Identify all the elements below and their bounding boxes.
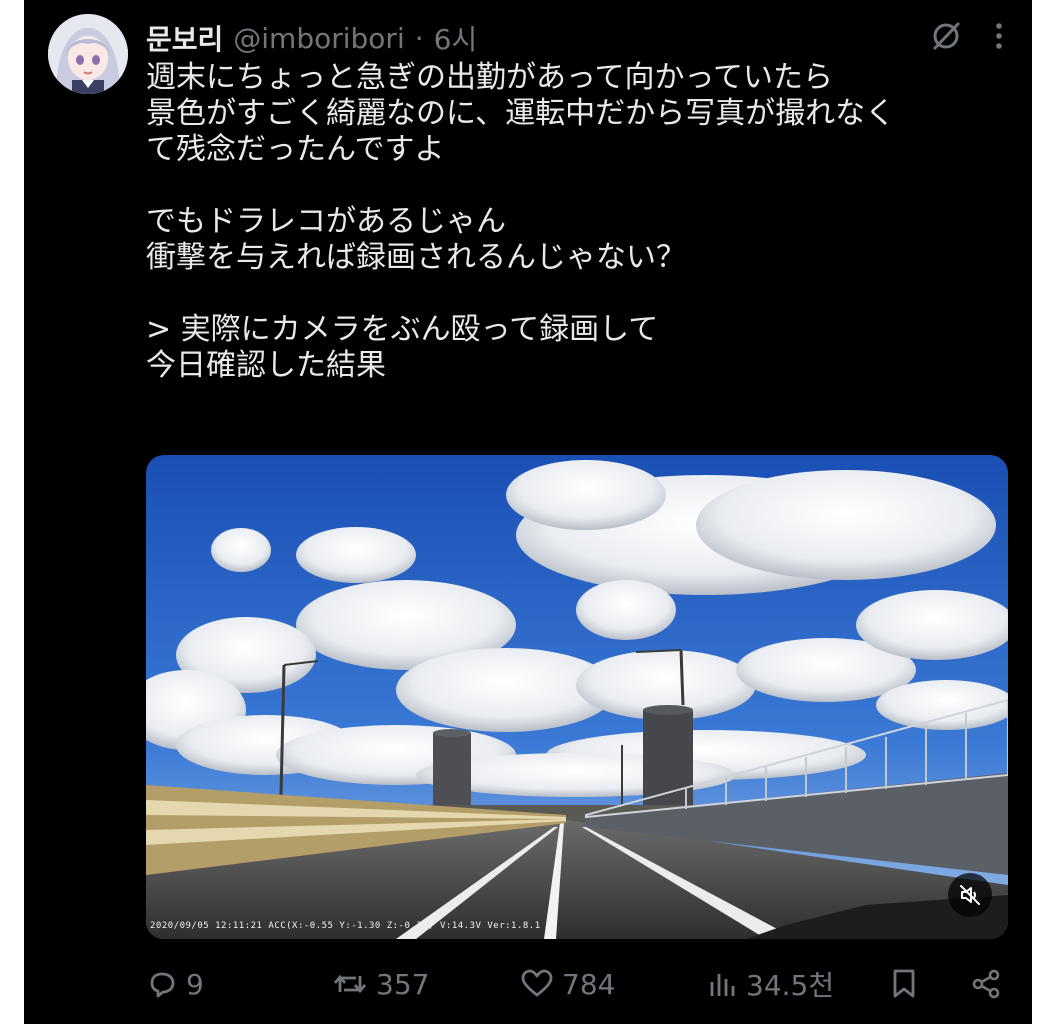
bookmark-icon (890, 968, 918, 1000)
reply-icon (146, 968, 178, 1000)
speaker-muted-icon (958, 883, 982, 907)
left-margin (0, 0, 24, 1024)
display-name[interactable]: 문보리 (146, 18, 223, 58)
share-button[interactable] (970, 962, 1002, 1006)
reply-count: 9 (186, 967, 204, 1001)
views-count: 34.5천 (746, 969, 835, 1002)
retweet-count: 357 (376, 967, 430, 1001)
avatar[interactable] (48, 14, 128, 94)
grok-icon[interactable] (930, 20, 962, 56)
user-handle[interactable]: @imboribori (233, 22, 404, 55)
like-button[interactable]: 784 (520, 962, 615, 1006)
share-icon (970, 968, 1002, 1000)
reply-button[interactable]: 9 (146, 962, 204, 1006)
tweet-page: 문보리 @imboribori · 6시 週末にちょっと急ぎの出勤があって向かっ… (0, 0, 1054, 1024)
more-icon[interactable] (994, 21, 1004, 55)
dashcam-osd: 2020/09/05 12:11:21 ACC(X:-0.55 Y:-1.30 … (150, 921, 541, 931)
views-icon (708, 968, 738, 1000)
like-count: 784 (562, 967, 616, 1001)
bookmark-button[interactable] (890, 962, 918, 1006)
tweet-header: 문보리 @imboribori · 6시 (146, 18, 477, 58)
mute-button[interactable] (948, 873, 992, 917)
timestamp[interactable]: 6시 (434, 18, 478, 58)
retweet-icon (332, 968, 368, 1000)
header-actions (930, 20, 1004, 56)
tweet-video[interactable]: 2020/09/05 12:11:21 ACC(X:-0.55 Y:-1.30 … (146, 455, 1008, 939)
tweet-actions: 9 357 784 34.5천 (146, 962, 1008, 1006)
separator-dot: · (414, 21, 424, 55)
retweet-button[interactable]: 357 (332, 962, 429, 1006)
views-button[interactable]: 34.5천 (708, 962, 834, 1006)
right-margin (1032, 0, 1054, 1024)
dashcam-frame (146, 455, 1008, 939)
heart-icon (520, 968, 554, 1000)
tweet-text: 週末にちょっと急ぎの出勤があって向かっていたら 景色がすごく綺麗なのに、運転中だ… (146, 60, 896, 383)
